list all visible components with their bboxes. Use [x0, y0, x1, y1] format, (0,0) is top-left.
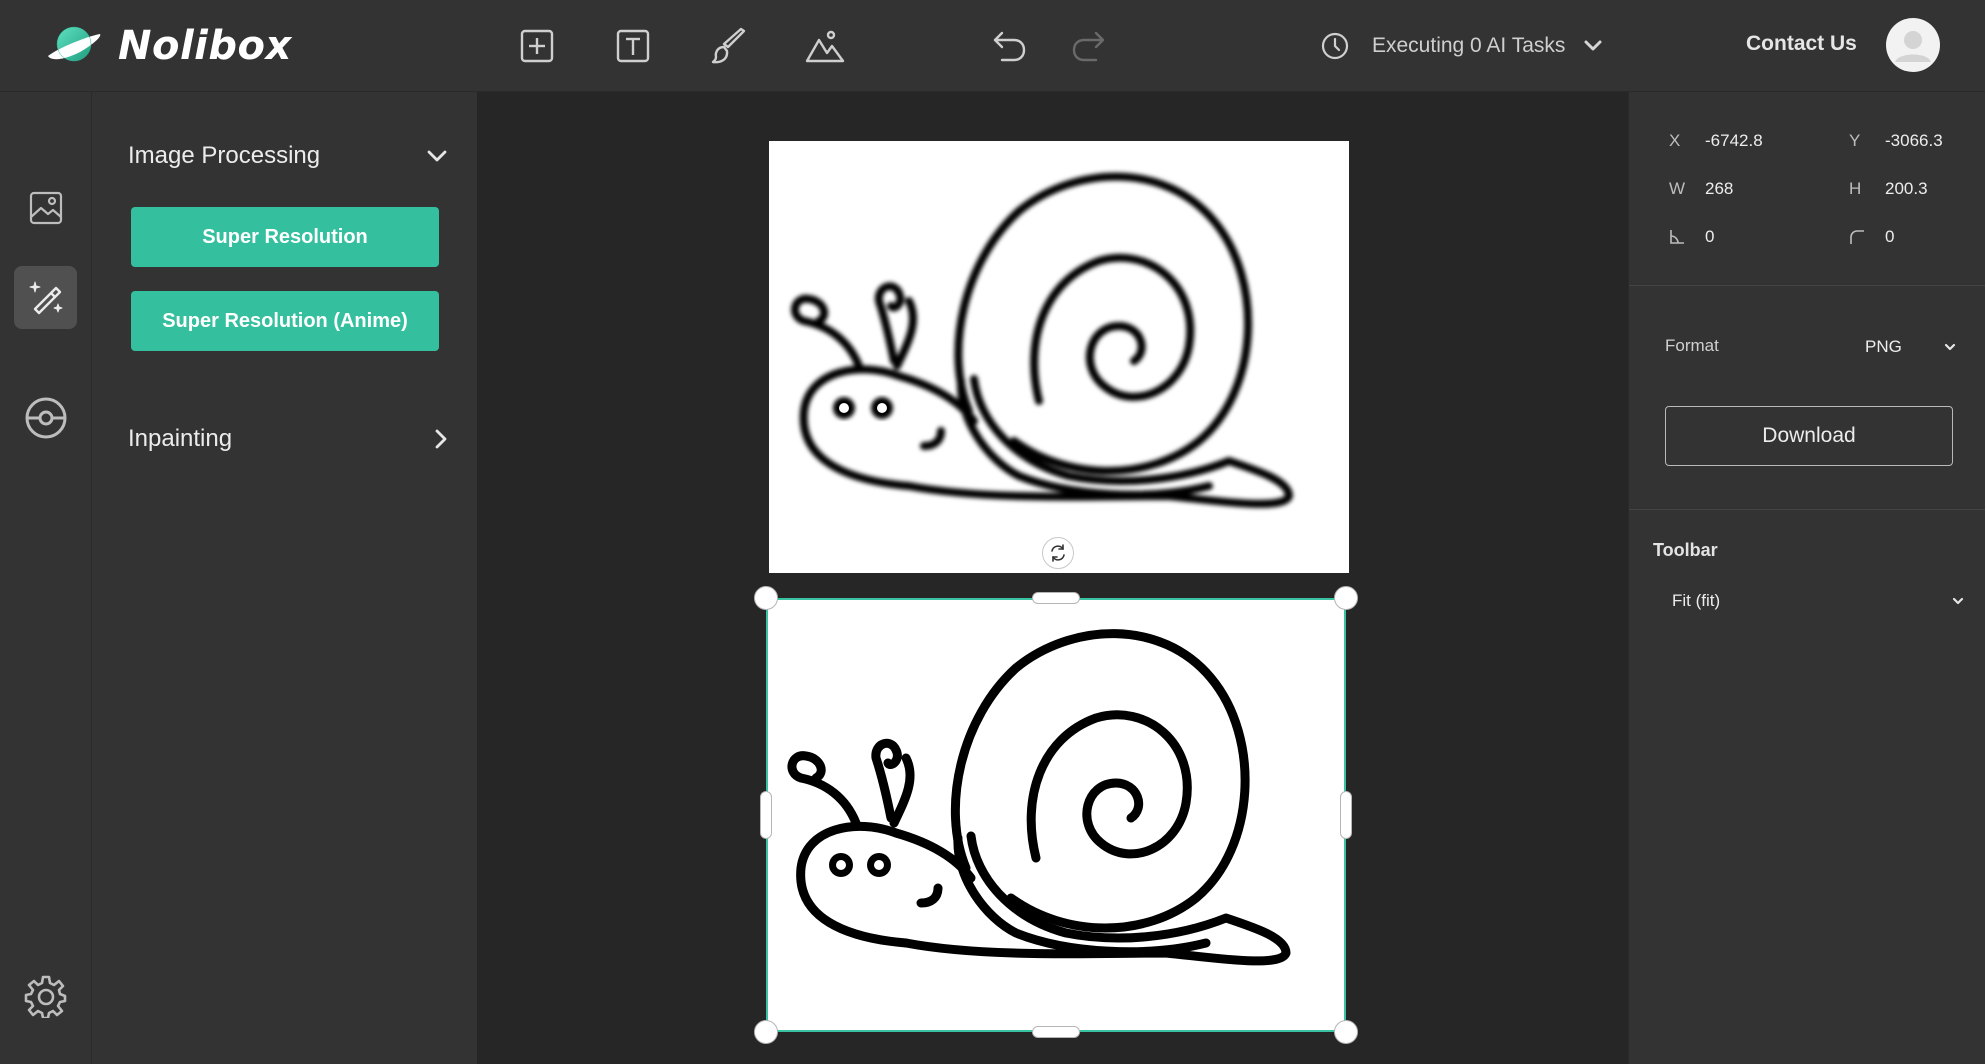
brush-tool-button[interactable]	[705, 22, 753, 70]
canvas[interactable]	[477, 92, 1628, 1064]
resize-handle-top-left[interactable]	[754, 586, 778, 610]
divider	[1629, 509, 1985, 510]
add-frame-icon	[520, 29, 554, 63]
image-icon	[29, 191, 62, 224]
prop-w[interactable]: W 268	[1669, 176, 1733, 202]
section-inpainting[interactable]: Inpainting	[128, 419, 448, 459]
app-name: Nolibox	[118, 23, 292, 69]
prop-h-key: H	[1849, 179, 1862, 198]
skew-icon	[1670, 230, 1684, 244]
chevron-right-icon	[435, 429, 447, 449]
image-mountain-icon	[805, 30, 845, 63]
prop-y-key: Y	[1849, 131, 1861, 150]
redo-icon	[1072, 31, 1105, 62]
chevron-down-icon	[1944, 343, 1956, 351]
toolbar-fit-value: Fit (fit)	[1672, 591, 1721, 610]
resize-handle-bottom-left[interactable]	[754, 1020, 778, 1044]
rotate-icon	[1051, 544, 1065, 562]
text-icon	[616, 29, 650, 63]
section-title: Inpainting	[128, 425, 233, 452]
brush-icon	[711, 27, 746, 64]
snail-image	[791, 172, 1293, 508]
prop-w-key: W	[1669, 179, 1686, 198]
top-bar: Nolibox Executing 0 AI Tasks Contact Us	[0, 0, 1985, 92]
resize-handle-right[interactable]	[1340, 791, 1352, 839]
corner-radius-icon	[1850, 230, 1864, 244]
pokeball-icon	[25, 397, 66, 438]
prop-h-value: 200.3	[1885, 179, 1928, 198]
prop-w-value: 268	[1705, 179, 1734, 198]
prop-y[interactable]: Y -3066.3	[1849, 128, 1943, 154]
sidebar-item-settings[interactable]	[14, 964, 77, 1027]
canvas-image-original[interactable]	[769, 141, 1349, 573]
resize-handle-top-right[interactable]	[1334, 586, 1358, 610]
planet-logo-icon	[48, 26, 101, 62]
super-resolution-button[interactable]: Super Resolution	[131, 207, 439, 267]
redo-button[interactable]	[1064, 22, 1112, 70]
clock-icon	[1321, 32, 1349, 60]
plugin-panel: Image Processing Super Resolution Super …	[92, 92, 477, 1064]
logo[interactable]: Nolibox	[44, 22, 292, 70]
canvas-image-result[interactable]	[766, 598, 1346, 1032]
resize-handle-bottom[interactable]	[1032, 1026, 1080, 1038]
properties-panel: X -6742.8 Y -3066.3 W 268 H 200.3 0 0 Fo…	[1628, 92, 1985, 1064]
image-tool-button[interactable]	[801, 22, 849, 70]
user-icon	[1895, 31, 1931, 62]
resize-handle-bottom-right[interactable]	[1334, 1020, 1358, 1044]
magic-wand-icon	[29, 281, 62, 314]
download-button[interactable]: Download	[1665, 406, 1953, 466]
toolbar-label: Toolbar	[1653, 540, 1718, 560]
snail-image	[787, 629, 1291, 966]
sidebar-item-magic[interactable]	[14, 266, 77, 329]
format-select[interactable]: PNG	[1857, 330, 1957, 364]
prop-x-value: -6742.8	[1705, 131, 1763, 150]
prop-y-value: -3066.3	[1885, 131, 1943, 150]
ai-tasks-dropdown[interactable]: Executing 0 AI Tasks	[1320, 26, 1603, 66]
sidebar-item-plugins[interactable]	[14, 386, 77, 449]
section-title: Image Processing	[128, 142, 321, 169]
chevron-down-icon	[427, 150, 447, 162]
section-image-processing[interactable]: Image Processing	[128, 136, 448, 176]
chevron-down-icon	[1584, 40, 1602, 51]
super-resolution-anime-button[interactable]: Super Resolution (Anime)	[131, 291, 439, 351]
resize-handle-top[interactable]	[1032, 592, 1080, 604]
text-tool-button[interactable]	[609, 22, 657, 70]
format-value: PNG	[1865, 337, 1902, 356]
chevron-down-icon	[1952, 597, 1964, 605]
rotate-handle[interactable]	[1042, 537, 1074, 569]
format-label: Format	[1665, 336, 1719, 355]
gear-icon	[24, 975, 66, 1018]
add-frame-button[interactable]	[513, 22, 561, 70]
prop-radius-value: 0	[1885, 227, 1895, 246]
avatar[interactable]	[1886, 18, 1940, 72]
resize-handle-left[interactable]	[760, 791, 772, 839]
ai-tasks-label: Executing 0 AI Tasks	[1372, 34, 1566, 57]
contact-us-link[interactable]: Contact Us	[1746, 32, 1857, 56]
prop-x-key: X	[1669, 131, 1681, 150]
undo-button[interactable]	[986, 22, 1034, 70]
prop-radius[interactable]: 0	[1849, 224, 1894, 250]
toolbar-fit-select[interactable]: Fit (fit)	[1665, 584, 1965, 618]
prop-skew[interactable]: 0	[1669, 224, 1714, 250]
prop-x[interactable]: X -6742.8	[1669, 128, 1763, 154]
prop-skew-value: 0	[1705, 227, 1715, 246]
sidebar-item-image[interactable]	[14, 176, 77, 239]
prop-h[interactable]: H 200.3	[1849, 176, 1928, 202]
divider	[1629, 285, 1985, 286]
undo-icon	[993, 31, 1026, 62]
sidebar-rail	[0, 92, 92, 1064]
